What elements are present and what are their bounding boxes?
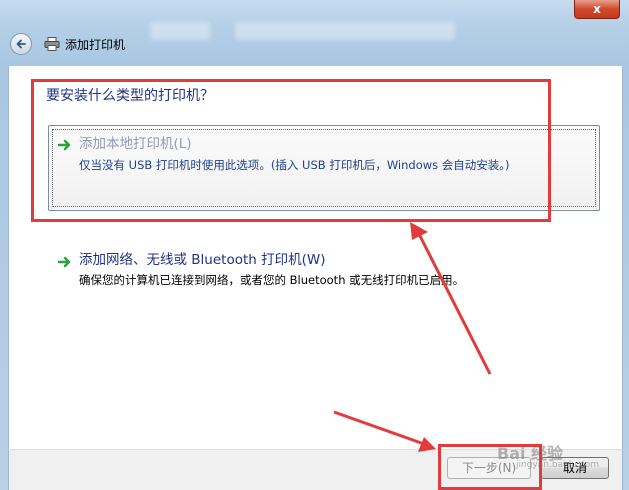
- blurred-background: [150, 22, 210, 40]
- option-local-printer-title[interactable]: 添加本地打印机(L): [79, 134, 192, 154]
- add-printer-dialog: x 添加打印机 要安装什么类型的打印机？ 添加本地打印机(L) 仅当没有 USB…: [0, 0, 629, 490]
- blurred-background: [235, 22, 455, 40]
- option-network-printer-title[interactable]: 添加网络、无线或 Bluetooth 打印机(W): [79, 250, 326, 270]
- close-button[interactable]: x: [574, 0, 620, 19]
- window-title: 添加打印机: [65, 38, 126, 52]
- option-network-printer-description: 确保您的计算机已连接到网络，或者您的 Bluetooth 或无线打印机已启用。: [79, 273, 465, 287]
- window-frame-left: [0, 66, 8, 490]
- green-arrow-icon: [58, 256, 71, 268]
- page-heading: 要安装什么类型的打印机？: [46, 88, 214, 104]
- printer-icon: [44, 37, 60, 51]
- window-frame: [0, 0, 629, 67]
- back-arrow-icon: [16, 39, 26, 49]
- option-local-printer-description: 仅当没有 USB 打印机时使用此选项。(插入 USB 打印机后，Windows …: [79, 158, 510, 172]
- green-arrow-icon: [58, 139, 71, 151]
- watermark-url: jingyan.baidu.com: [516, 460, 600, 470]
- back-button[interactable]: [10, 33, 32, 55]
